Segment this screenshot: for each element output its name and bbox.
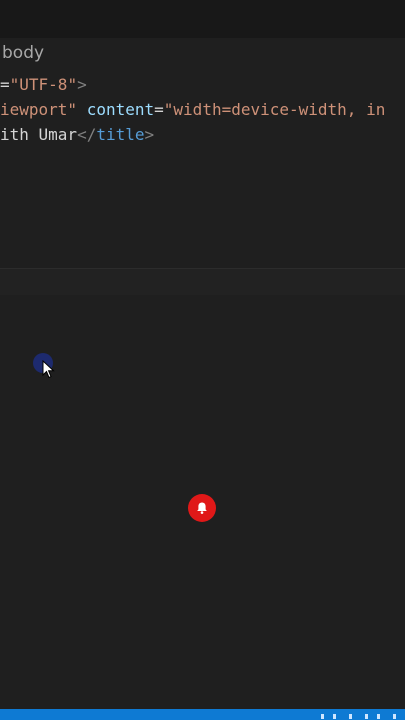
panel-divider[interactable] bbox=[0, 268, 405, 296]
editor-window: body ="UTF-8"> iewport" content="width=d… bbox=[0, 0, 405, 720]
code-line-2[interactable]: iewport" content="width=device-width, in bbox=[0, 100, 385, 120]
code-string: iewport" bbox=[0, 100, 78, 119]
breadcrumb bbox=[0, 38, 405, 70]
code-string: "width=device-width, in bbox=[163, 100, 386, 119]
code-token: = bbox=[154, 100, 164, 119]
code-token: > bbox=[77, 75, 87, 94]
code-token: </ bbox=[77, 125, 97, 144]
mouse-pointer-icon bbox=[42, 360, 55, 379]
title-bar bbox=[0, 0, 405, 38]
code-string: "UTF-8" bbox=[9, 75, 78, 94]
code-token: = bbox=[0, 75, 10, 94]
notification-bell-button[interactable] bbox=[188, 494, 216, 522]
code-line-3[interactable]: ith Umar</title> bbox=[0, 125, 154, 145]
code-line-1[interactable]: ="UTF-8"> bbox=[0, 75, 87, 95]
status-bar-items[interactable] bbox=[319, 712, 399, 720]
code-attribute: content bbox=[86, 100, 155, 119]
code-tag: title bbox=[96, 125, 145, 144]
code-token: > bbox=[144, 125, 155, 144]
bell-icon bbox=[197, 502, 207, 514]
code-text: ith Umar bbox=[0, 125, 78, 144]
breadcrumb-item-body[interactable]: body bbox=[2, 43, 44, 63]
